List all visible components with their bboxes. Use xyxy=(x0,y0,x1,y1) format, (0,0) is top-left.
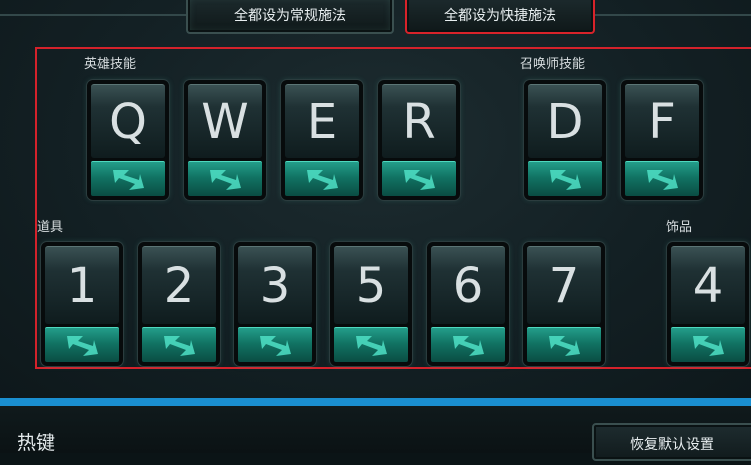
quick-cast-arrow-icon xyxy=(382,161,456,196)
trinket-key-4[interactable]: 4 xyxy=(667,242,749,366)
hotkey-title: 热键 xyxy=(17,432,56,454)
hero-key-q-label: Q xyxy=(91,84,165,158)
hero-skills-label: 英雄技能 xyxy=(84,57,137,72)
quick-cast-arrow-icon xyxy=(238,327,312,362)
item-key-1[interactable]: 1 xyxy=(41,242,123,366)
set-all-quick-cast-button[interactable]: 全都设为快捷施法 xyxy=(405,0,595,34)
quick-cast-arrow-icon xyxy=(45,327,119,362)
item-key-5[interactable]: 5 xyxy=(330,242,412,366)
hero-key-w-label: W xyxy=(188,84,262,158)
quick-cast-arrow-icon xyxy=(91,161,165,196)
quick-cast-arrow-icon xyxy=(142,327,216,362)
quick-cast-arrow-icon xyxy=(625,161,699,196)
frame-line-left xyxy=(0,14,186,16)
item-key-2-label: 2 xyxy=(142,246,216,324)
summoner-key-d-label: D xyxy=(528,84,602,158)
summoner-skills-label: 召唤师技能 xyxy=(520,57,586,72)
summoner-key-d[interactable]: D xyxy=(524,80,606,200)
trinket-label: 饰品 xyxy=(666,220,693,235)
quick-cast-arrow-icon xyxy=(671,327,745,362)
restore-defaults-button[interactable]: 恢复默认设置 xyxy=(592,423,751,461)
quick-cast-arrow-icon xyxy=(334,327,408,362)
item-key-6[interactable]: 6 xyxy=(427,242,509,366)
trinket-key-4-label: 4 xyxy=(671,246,745,324)
summoner-key-f[interactable]: F xyxy=(621,80,703,200)
summoner-key-f-label: F xyxy=(625,84,699,158)
section-divider xyxy=(0,398,751,406)
set-all-normal-cast-button[interactable]: 全都设为常规施法 xyxy=(186,0,394,34)
item-key-3-label: 3 xyxy=(238,246,312,324)
hero-key-e-label: E xyxy=(285,84,359,158)
keybind-panel: 全都设为常规施法 全都设为快捷施法 英雄技能 召唤师技能 道具 饰品 QWERD… xyxy=(0,0,751,398)
quick-cast-arrow-icon xyxy=(528,161,602,196)
hero-key-r-label: R xyxy=(382,84,456,158)
item-key-2[interactable]: 2 xyxy=(138,242,220,366)
item-key-6-label: 6 xyxy=(431,246,505,324)
quick-cast-arrow-icon xyxy=(527,327,601,362)
hero-key-q[interactable]: Q xyxy=(87,80,169,200)
item-key-7[interactable]: 7 xyxy=(523,242,605,366)
items-label: 道具 xyxy=(37,220,64,235)
quick-cast-arrow-icon xyxy=(431,327,505,362)
hero-key-e[interactable]: E xyxy=(281,80,363,200)
quick-cast-arrow-icon xyxy=(188,161,262,196)
item-key-7-label: 7 xyxy=(527,246,601,324)
hero-key-w[interactable]: W xyxy=(184,80,266,200)
item-key-3[interactable]: 3 xyxy=(234,242,316,366)
frame-line-right xyxy=(595,14,751,16)
item-key-1-label: 1 xyxy=(45,246,119,324)
hero-key-r[interactable]: R xyxy=(378,80,460,200)
item-key-5-label: 5 xyxy=(334,246,408,324)
quick-cast-arrow-icon xyxy=(285,161,359,196)
